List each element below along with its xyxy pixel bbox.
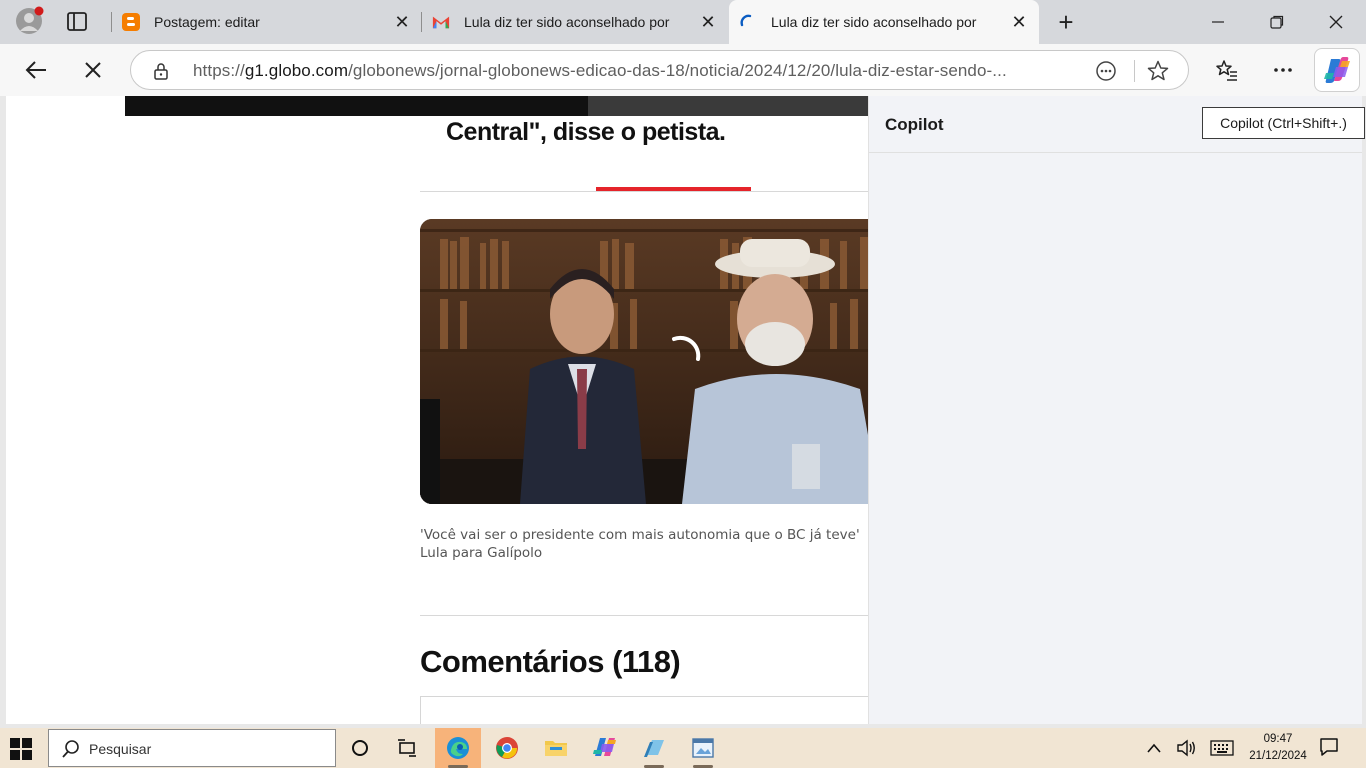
profile-avatar[interactable] (14, 6, 44, 36)
loading-spinner-icon (739, 13, 757, 31)
close-window-button[interactable] (1307, 0, 1365, 44)
chrome-icon (496, 737, 518, 759)
taskbar-app[interactable] (631, 728, 677, 768)
search-icon (61, 739, 81, 759)
copilot-icon (1324, 57, 1350, 83)
url-scheme: https:// (193, 61, 245, 80)
tab-g1-active[interactable]: Lula diz ter sido aconselhado por ✕ (729, 0, 1039, 44)
section-divider (420, 191, 868, 192)
favorites-button[interactable] (1211, 54, 1243, 86)
more-options-circle-icon[interactable] (1095, 60, 1117, 82)
address-separator (1134, 60, 1135, 82)
taskbar-search-box[interactable]: Pesquisar (48, 729, 336, 767)
gmail-icon (432, 13, 450, 31)
blogger-icon (122, 13, 140, 31)
folder-icon (545, 741, 567, 756)
stop-loading-button[interactable] (77, 54, 109, 86)
article-quote-text: Central", disse o petista. (446, 118, 726, 146)
keyboard-icon (1210, 740, 1234, 756)
url-path: /globonews/jornal-globonews-edicao-das-1… (348, 61, 1007, 80)
close-icon[interactable]: ✕ (390, 10, 414, 34)
video-frame-image (420, 219, 868, 504)
clock-date: 21/12/2024 (1249, 750, 1307, 762)
task-view-button[interactable] (384, 728, 430, 768)
tab-gmail[interactable]: Lula diz ter sido aconselhado por ✕ (422, 0, 728, 44)
back-button[interactable] (20, 54, 52, 86)
image-region (588, 96, 868, 116)
tab-blogger[interactable]: Postagem: editar ✕ (112, 0, 422, 44)
comments-heading: Comentários (118) (420, 644, 681, 679)
close-icon[interactable]: ✕ (696, 10, 720, 34)
copilot-tooltip: Copilot (Ctrl+Shift+.) (1202, 107, 1365, 139)
settings-more-button[interactable] (1267, 54, 1299, 86)
new-tab-button[interactable]: + (1042, 0, 1090, 44)
search-placeholder: Pesquisar (89, 741, 152, 757)
tab-actions-icon[interactable] (64, 10, 90, 34)
tab-title: Lula diz ter sido aconselhado por (771, 14, 977, 30)
tab-title: Postagem: editar (154, 14, 260, 30)
windows-taskbar: Pesquisar 09:47 21/12/2024 (0, 728, 1366, 768)
notifications-button[interactable] (1318, 736, 1348, 760)
edge-icon (447, 737, 469, 759)
close-icon[interactable]: ✕ (1007, 10, 1031, 34)
notepad-app-icon (644, 740, 664, 757)
minimize-button[interactable] (1189, 0, 1247, 44)
video-player[interactable] (420, 219, 868, 504)
cortana-icon (352, 740, 368, 756)
copilot-button[interactable] (1314, 48, 1360, 92)
url-text[interactable]: https://g1.globo.com/globonews/jornal-gl… (193, 61, 1007, 81)
copilot-sidebar: Copilot (868, 96, 1363, 724)
article-image-partial (125, 96, 868, 116)
notification-icon (1320, 738, 1338, 756)
taskbar-image-viewer[interactable] (680, 728, 726, 768)
volume-button[interactable] (1166, 728, 1206, 768)
taskbar-file-explorer[interactable] (533, 728, 579, 768)
lock-icon[interactable] (151, 61, 171, 81)
taskbar-copilot[interactable] (582, 728, 628, 768)
speaker-icon (1177, 739, 1195, 757)
task-view-icon (398, 739, 416, 757)
restore-button[interactable] (1248, 0, 1306, 44)
windows-start-icon[interactable] (10, 738, 32, 760)
taskbar-clock[interactable]: 09:47 21/12/2024 (1240, 731, 1316, 765)
tab-title: Lula diz ter sido aconselhado por (464, 14, 670, 30)
copilot-icon (593, 738, 616, 756)
loading-spinner-icon (664, 333, 704, 373)
url-host: g1.globo.com (244, 61, 349, 80)
accent-divider (596, 187, 751, 191)
keyboard-button[interactable] (1202, 728, 1242, 768)
copilot-title: Copilot (885, 115, 944, 134)
tab-strip: Postagem: editar ✕ Lula diz ter sido aco… (0, 0, 1366, 44)
chevron-up-icon (1147, 743, 1161, 753)
clock-time: 09:47 (1263, 733, 1293, 745)
section-divider (420, 615, 868, 616)
video-caption: 'Você vai ser o presidente com mais auto… (420, 527, 860, 561)
add-favorite-star-icon[interactable] (1146, 59, 1170, 83)
web-page-content: Central", disse o petista. 'Você vai ser… (6, 96, 868, 724)
taskbar-chrome[interactable] (484, 728, 530, 768)
image-viewer-icon (692, 738, 714, 758)
taskbar-edge[interactable] (435, 728, 481, 768)
address-bar[interactable]: https://g1.globo.com/globonews/jornal-gl… (130, 50, 1189, 90)
navigation-toolbar: https://g1.globo.com/globonews/jornal-gl… (0, 44, 1366, 96)
cortana-button[interactable] (337, 728, 383, 768)
comments-container[interactable] (420, 696, 868, 724)
window-edge-right (1362, 96, 1366, 724)
